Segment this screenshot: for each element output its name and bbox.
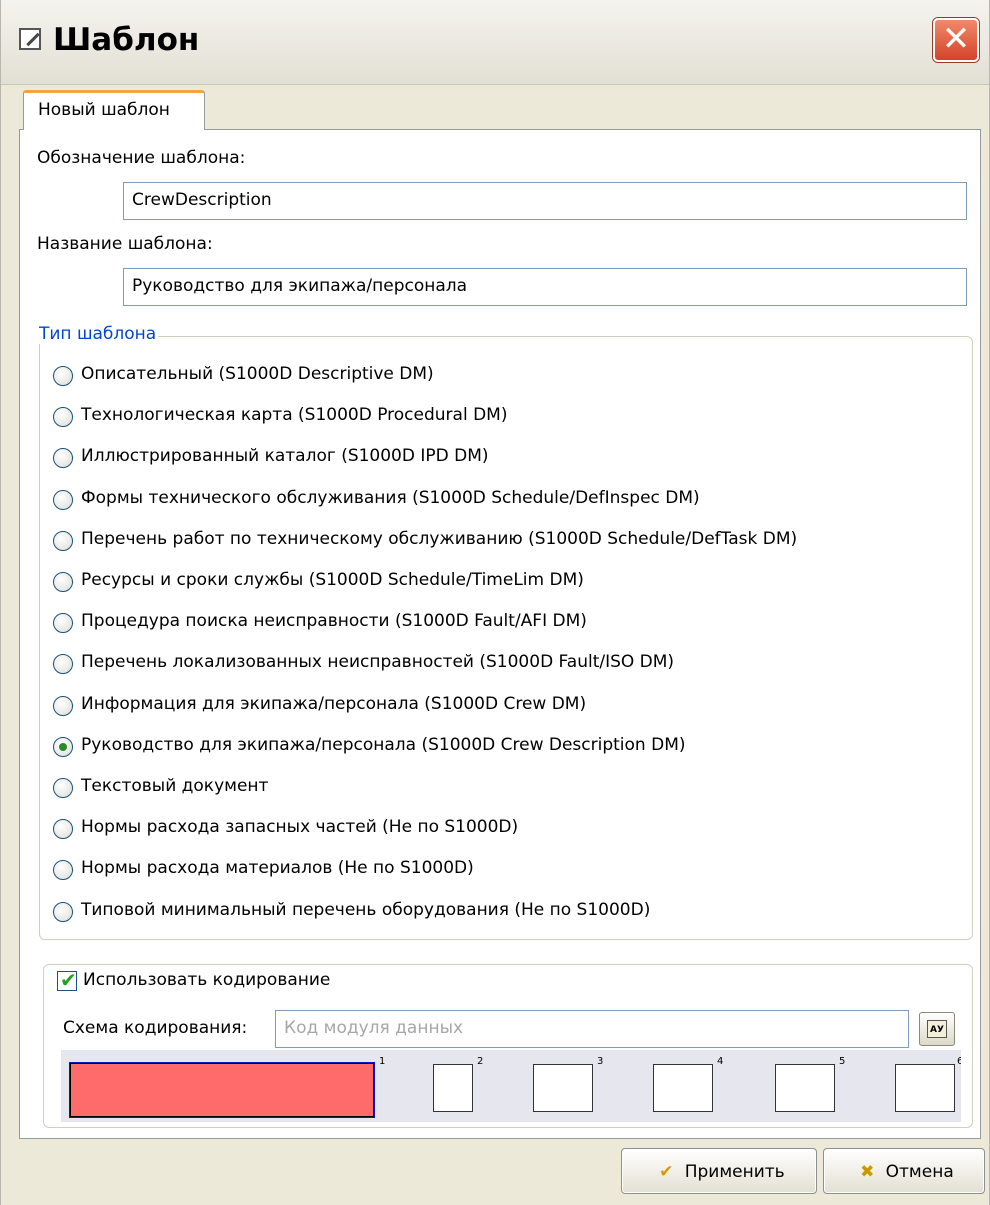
radio-button[interactable] <box>53 531 73 551</box>
designation-label: Обозначение шаблона: <box>37 148 246 168</box>
radio-label: Процедура поиска неисправности (S1000D F… <box>81 611 587 631</box>
radio-button[interactable] <box>53 654 73 674</box>
use-encoding-label: Использовать кодирование <box>83 970 331 990</box>
template-type-group <box>39 336 973 940</box>
radio-button[interactable] <box>53 572 73 592</box>
use-encoding-checkbox[interactable]: ✔ <box>57 968 77 992</box>
segment-number: 1 <box>379 1056 386 1067</box>
template-dialog: Шаблон ✕ Новый шаблон Обозначение шаблон… <box>0 0 990 1205</box>
segment-number: 4 <box>717 1056 724 1067</box>
radio-label: Описательный (S1000D Descriptive DM) <box>81 364 434 384</box>
radio-label: Формы технического обслуживания (S1000D … <box>81 488 700 508</box>
abc-dictionary-icon: АУ <box>927 1020 947 1038</box>
name-input[interactable]: Руководство для экипажа/персонала <box>123 268 967 306</box>
encoding-segments-strip: 1 2 3 4 5 6 <box>61 1050 961 1122</box>
radio-label: Типовой минимальный перечень оборудовани… <box>81 900 651 920</box>
radio-button[interactable] <box>53 902 73 922</box>
radio-label: Перечень локализованных неисправностей (… <box>81 652 675 672</box>
title-bar[interactable]: Шаблон ✕ <box>1 0 989 85</box>
edit-template-icon <box>19 28 41 50</box>
segment-number: 3 <box>597 1056 604 1067</box>
radio-label: Перечень работ по техническому обслужива… <box>81 529 798 549</box>
radio-button[interactable] <box>53 448 73 468</box>
code-segment[interactable] <box>533 1064 593 1112</box>
tab-new-template[interactable]: Новый шаблон <box>23 90 205 130</box>
radio-label: Нормы расхода запасных частей (Не по S10… <box>81 817 519 837</box>
check-mark-icon: ✔ <box>60 968 77 992</box>
radio-button[interactable] <box>53 366 73 386</box>
radio-label: Иллюстрированный каталог (S1000D IPD DM) <box>81 446 489 466</box>
radio-label: Руководство для экипажа/персонала (S1000… <box>81 735 686 755</box>
segment-number: 2 <box>477 1056 484 1067</box>
apply-button[interactable]: ✔ Применить <box>621 1148 817 1194</box>
encoding-scheme-input[interactable]: Код модуля данных <box>275 1010 909 1048</box>
radio-button-selected[interactable] <box>53 737 73 757</box>
template-type-legend: Тип шаблона <box>37 324 159 344</box>
radio-button[interactable] <box>53 819 73 839</box>
designation-input[interactable]: CrewDescription <box>123 182 967 220</box>
radio-button[interactable] <box>53 407 73 427</box>
code-segment-active[interactable] <box>69 1062 375 1118</box>
name-label: Название шаблона: <box>37 234 213 254</box>
cancel-x-icon: ✖ <box>860 1162 875 1182</box>
radio-label: Нормы расхода материалов (Не по S1000D) <box>81 858 474 878</box>
radio-button[interactable] <box>53 860 73 880</box>
code-segment[interactable] <box>895 1064 955 1112</box>
code-segment[interactable] <box>653 1064 713 1112</box>
code-segment[interactable] <box>433 1064 473 1112</box>
radio-button[interactable] <box>53 490 73 510</box>
checkmark-icon: ✔ <box>659 1162 674 1182</box>
radio-button[interactable] <box>53 613 73 633</box>
encoding-scheme-select-button[interactable]: АУ <box>919 1012 955 1046</box>
code-segment[interactable] <box>775 1064 835 1112</box>
radio-label: Ресурсы и сроки службы (S1000D Schedule/… <box>81 570 584 590</box>
segment-number: 5 <box>839 1056 846 1067</box>
radio-label: Технологическая карта (S1000D Procedural… <box>81 405 508 425</box>
radio-label: Информация для экипажа/персонала (S1000D… <box>81 694 587 714</box>
radio-button[interactable] <box>53 696 73 716</box>
radio-button[interactable] <box>53 778 73 798</box>
cancel-button[interactable]: ✖ Отмена <box>823 1148 985 1194</box>
segment-number: 6 <box>957 1056 961 1067</box>
cancel-button-label: Отмена <box>885 1162 954 1182</box>
radio-label: Текстовый документ <box>81 776 269 796</box>
dialog-title: Шаблон <box>53 22 200 58</box>
apply-button-label: Применить <box>684 1162 785 1182</box>
encoding-scheme-label: Схема кодирования: <box>63 1018 248 1038</box>
close-button[interactable]: ✕ <box>933 18 979 62</box>
